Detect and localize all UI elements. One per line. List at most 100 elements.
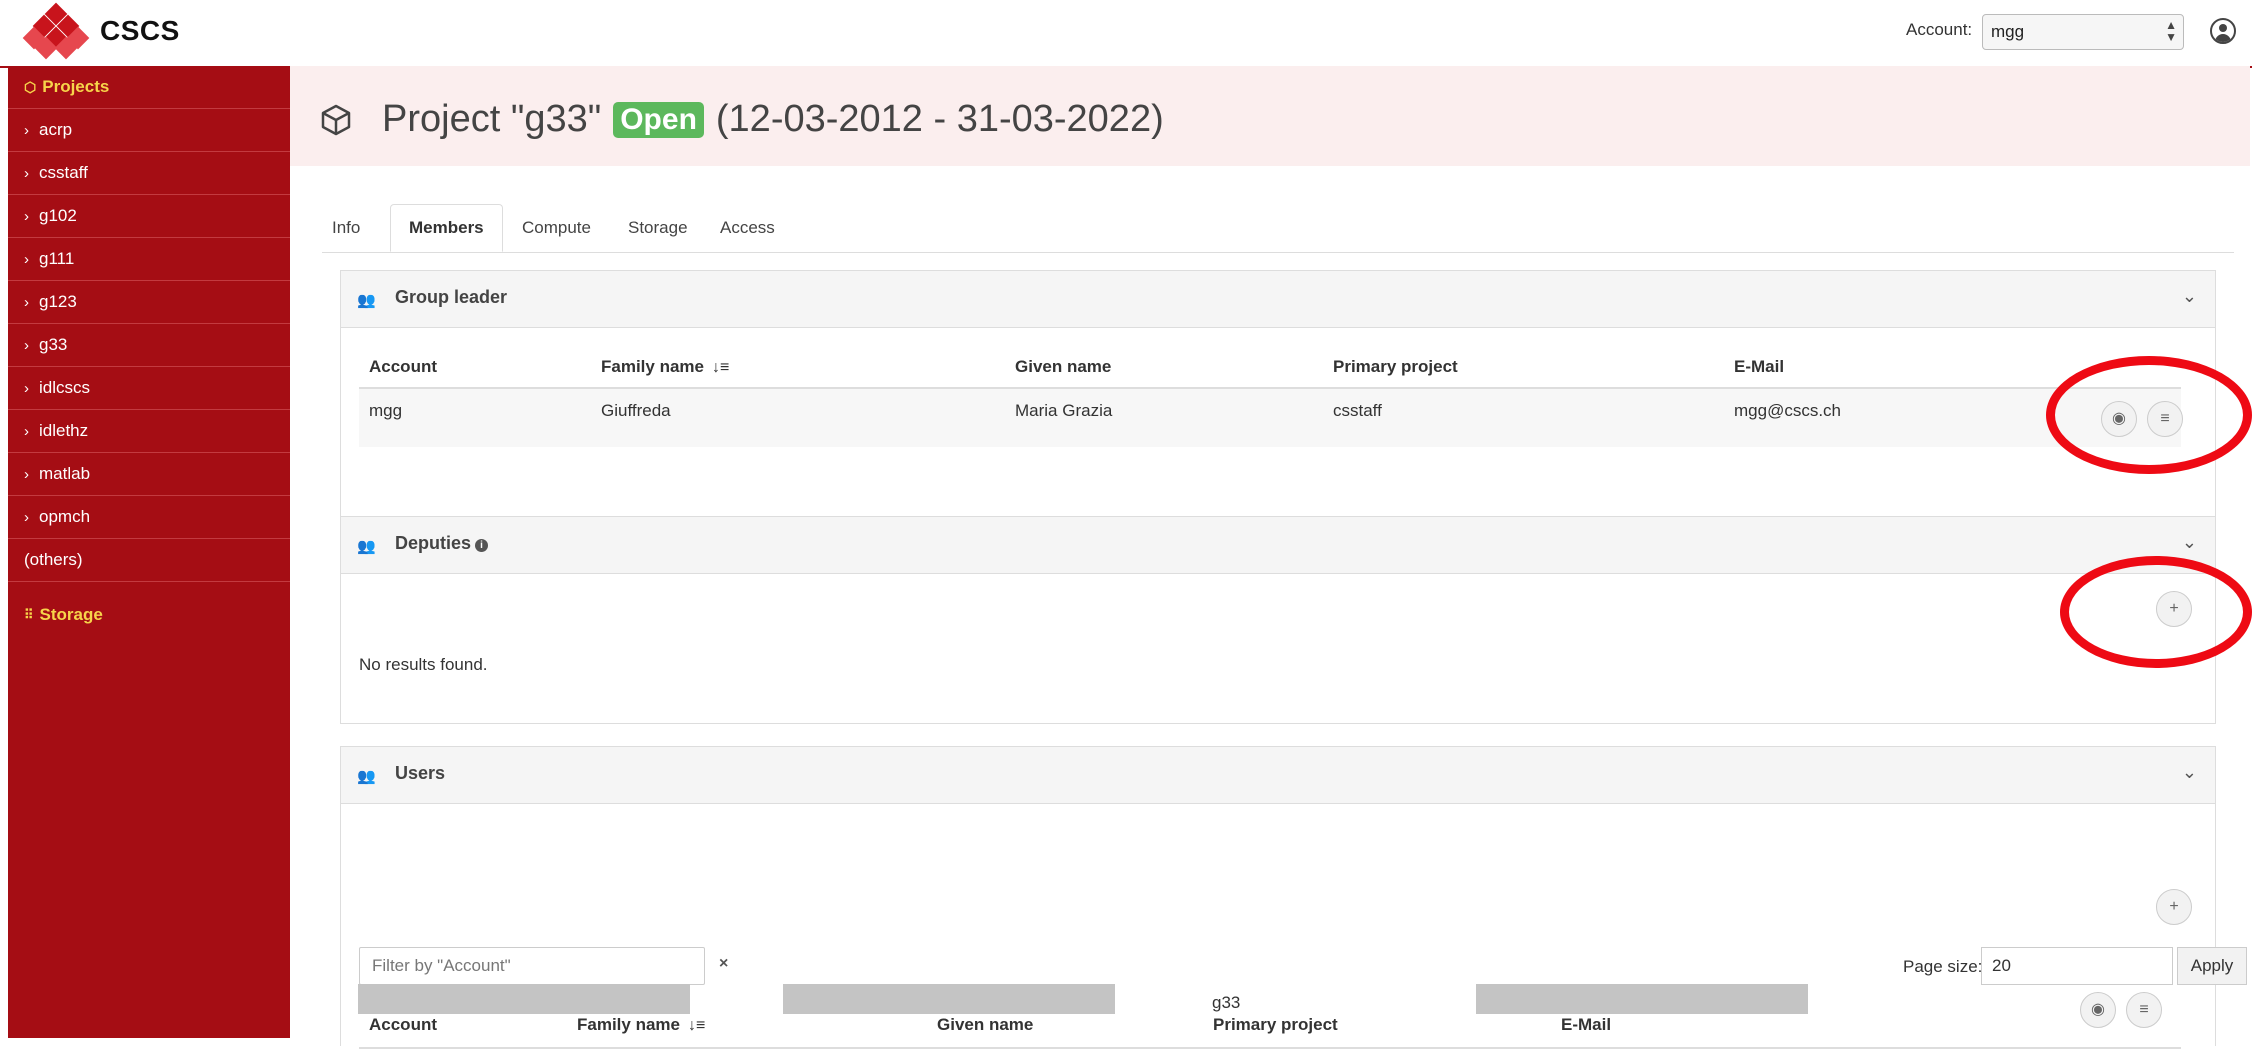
panel-title: Users <box>395 763 446 783</box>
sort-ascending-icon[interactable]: ↓≡ <box>712 359 729 376</box>
view-button[interactable]: ◉ <box>2080 992 2116 1028</box>
sidebar-item-idlcscs[interactable]: › idlcscs <box>8 367 290 410</box>
column-header-family-name[interactable]: Family name ↓≡ <box>601 357 729 377</box>
tab-compute[interactable]: Compute <box>522 204 591 252</box>
column-header-given-name[interactable]: Given name <box>937 1015 1033 1035</box>
sidebar-item-matlab[interactable]: › matlab <box>8 453 290 496</box>
sidebar-item-label: csstaff <box>39 163 88 182</box>
account-select[interactable]: mgg ▲ ▼ <box>1982 14 2184 50</box>
clear-filter-icon[interactable]: × <box>719 955 728 973</box>
info-icon[interactable]: i <box>475 539 489 552</box>
annotation-ring-add-deputy <box>2060 556 2252 668</box>
tab-access[interactable]: Access <box>720 204 775 252</box>
chevron-right-icon: › <box>24 465 29 483</box>
chevron-right-icon: › <box>24 207 29 225</box>
chevron-right-icon: › <box>24 121 29 139</box>
chevron-down-icon[interactable]: ⌄ <box>2182 286 2197 307</box>
project-header: Project "g33" Open (12-03-2012 - 31-03-2… <box>290 66 2250 166</box>
project-dates: (12-03-2012 - 31-03-2022) <box>715 98 1164 140</box>
row-menu-button[interactable]: ≡ <box>2126 992 2162 1028</box>
chevron-right-icon: › <box>24 336 29 354</box>
chevron-down-icon[interactable]: ⌄ <box>2182 532 2197 553</box>
sidebar-item-opmch[interactable]: › opmch <box>8 496 290 539</box>
plus-icon: + <box>2169 898 2179 915</box>
sidebar-storage-header[interactable]: ⠿ Storage <box>8 582 290 648</box>
sidebar-projects-label: Projects <box>42 77 110 96</box>
column-header-email[interactable]: E-Mail <box>1734 357 1784 377</box>
deputies-panel: 👥 Deputies i ⌄ + No results found. <box>340 516 2216 724</box>
page-title: Project "g33" Open (12-03-2012 - 31-03-2… <box>382 98 1164 141</box>
sidebar-item-g111[interactable]: › g111 <box>8 238 290 281</box>
users-icon: 👥 <box>357 768 376 785</box>
account-select-value: mgg <box>1991 22 2025 41</box>
redacted-account <box>358 984 690 1014</box>
select-arrows-icon: ▲ ▼ <box>2165 18 2177 44</box>
chevron-right-icon: › <box>24 379 29 397</box>
chevron-right-icon: › <box>24 422 29 440</box>
column-header-email[interactable]: E-Mail <box>1561 1015 1611 1035</box>
column-header-account[interactable]: Account <box>369 1015 437 1035</box>
users-panel-header[interactable]: 👥 Users ⌄ <box>341 747 2215 804</box>
sidebar-projects-header[interactable]: ⬡ Projects <box>8 66 290 109</box>
cube-icon: ⬡ <box>24 78 37 95</box>
user-menu-icon[interactable] <box>2210 18 2236 44</box>
column-header-account[interactable]: Account <box>369 357 437 377</box>
chevron-right-icon: › <box>24 250 29 268</box>
cube-icon <box>321 104 351 136</box>
deputies-panel-header[interactable]: 👥 Deputies i ⌄ <box>341 517 2215 574</box>
chevron-right-icon: › <box>24 293 29 311</box>
logo-text: CSCS <box>100 15 180 46</box>
column-header-given-name[interactable]: Given name <box>1015 357 1111 377</box>
sidebar-item-g102[interactable]: › g102 <box>8 195 290 238</box>
main-content: Project "g33" Open (12-03-2012 - 31-03-2… <box>290 66 2252 1049</box>
top-bar: CSCS Account: mgg ▲ ▼ <box>0 0 2252 68</box>
users-icon: 👥 <box>357 292 376 309</box>
panel-title: Group leader <box>395 287 508 307</box>
cell-given-name: Maria Grazia <box>1015 401 1113 420</box>
sort-ascending-icon[interactable]: ↓≡ <box>688 1017 705 1034</box>
sidebar-item-label: idlethz <box>39 421 89 440</box>
sidebar-item-csstaff[interactable]: › csstaff <box>8 152 290 195</box>
sidebar-item-label: idlcscs <box>39 378 91 397</box>
sidebar: ⬡ Projects › acrp › csstaff › g102 › g111 › g… <box>8 66 290 1038</box>
sidebar-item-idlethz[interactable]: › idlethz <box>8 410 290 453</box>
panel-title-text: Deputies <box>395 533 472 553</box>
sidebar-item-label: g33 <box>39 335 68 354</box>
account-label: Account: <box>1906 20 1973 39</box>
no-results-text: No results found. <box>359 655 488 674</box>
group-leader-panel-header[interactable]: 👥 Group leader ⌄ <box>341 271 2215 328</box>
list-icon: ≡ <box>2139 1001 2149 1018</box>
column-header-label: Family name <box>601 357 704 376</box>
column-header-family-name[interactable]: Family name ↓≡ <box>577 1015 705 1035</box>
sidebar-item-label: g111 <box>39 249 75 268</box>
filter-account-input[interactable]: Filter by "Account" <box>359 947 705 985</box>
sidebar-item-acrp[interactable]: › acrp <box>8 109 290 152</box>
cell-account: mgg <box>369 401 403 420</box>
chevron-right-icon: › <box>24 164 29 182</box>
sidebar-item-others[interactable]: (others) <box>8 539 290 582</box>
cscs-logo[interactable]: CSCS <box>22 2 180 60</box>
tab-bar: Info Members Compute Storage Access <box>322 204 2234 253</box>
column-header-label: Family name <box>577 1015 680 1034</box>
project-title-text: Project "g33" <box>382 98 602 140</box>
sidebar-item-label: g123 <box>39 292 77 311</box>
chevron-down-icon[interactable]: ⌄ <box>2182 762 2197 783</box>
sidebar-item-g33[interactable]: › g33 <box>8 324 290 367</box>
tab-info[interactable]: Info <box>332 204 360 252</box>
tab-members[interactable]: Members <box>390 204 503 252</box>
tab-storage[interactable]: Storage <box>628 204 688 252</box>
annotation-ring-group-leader-actions <box>2046 356 2252 474</box>
sidebar-item-label: (others) <box>24 550 83 569</box>
add-user-button[interactable]: + <box>2156 889 2192 925</box>
storage-icon: ⠿ <box>24 607 34 622</box>
column-header-primary-project[interactable]: Primary project <box>1333 357 1458 377</box>
page-size-input[interactable]: 20 <box>1981 947 2173 985</box>
sidebar-item-g123[interactable]: › g123 <box>8 281 290 324</box>
apply-button[interactable]: Apply <box>2177 947 2247 985</box>
cell-primary-project: csstaff <box>1333 401 1382 420</box>
redacted-name <box>783 984 1115 1014</box>
sidebar-storage-label: Storage <box>39 605 103 624</box>
cell-primary-project: g33 <box>1212 993 1241 1012</box>
cell-email: mgg@cscs.ch <box>1734 401 1842 420</box>
column-header-primary-project[interactable]: Primary project <box>1213 1015 1338 1035</box>
